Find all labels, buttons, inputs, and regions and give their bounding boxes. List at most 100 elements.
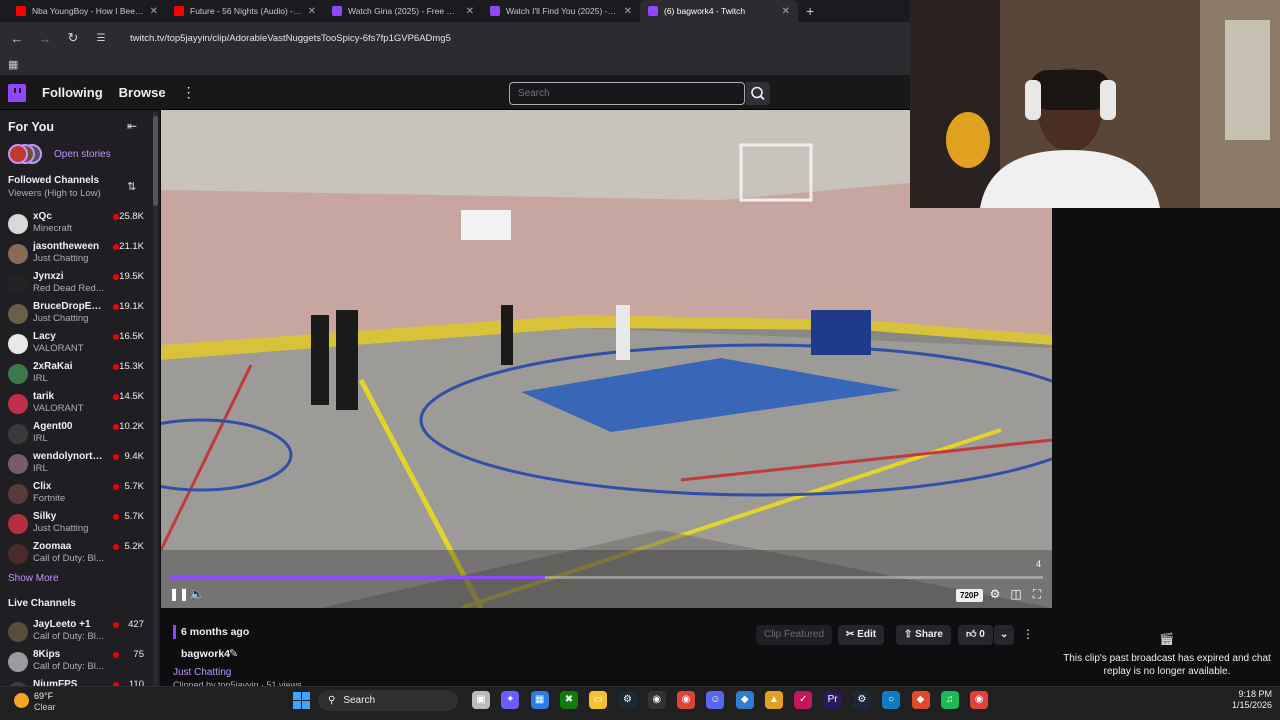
theatre-mode-icon[interactable]: ◫ (1008, 587, 1024, 601)
sidebar-channel-item[interactable]: Agent00 IRL 10.2K (8, 421, 144, 451)
back-icon[interactable]: ← (10, 31, 24, 46)
site-settings-icon[interactable]: ☰ (94, 33, 108, 44)
browser-tab[interactable]: Watch I'll Find You (2025) - Fre ✕ (482, 0, 640, 22)
sidebar-channel-item[interactable]: tarik VALORANT 14.5K (8, 391, 144, 421)
edit-title-pencil-icon[interactable]: ✎ (229, 647, 238, 660)
channel-name: JayLeeto +1 (33, 619, 91, 630)
browser-tab[interactable]: Nba YoungBoy - How I Been - Y ✕ (8, 0, 166, 22)
chrome-icon[interactable]: ◉ (677, 691, 696, 709)
live-dot-icon (113, 514, 119, 520)
channel-game: Call of Duty: Bl... (33, 631, 104, 642)
edit-button[interactable]: ✂ Edit (838, 625, 885, 645)
browser-tab[interactable]: (6) bagwork4 - Twitch ✕ (640, 0, 798, 22)
viewer-count: 5.7K (124, 481, 144, 492)
close-tab-icon[interactable]: ✕ (782, 6, 790, 17)
steam-icon[interactable]: ⚙ (852, 691, 871, 709)
edge-icon[interactable]: ○ (882, 691, 901, 709)
premiere-icon[interactable]: Pr (823, 691, 842, 709)
channel-name: Clix (33, 481, 52, 492)
forward-icon[interactable]: → (38, 31, 52, 46)
collapse-sidebar-icon[interactable]: ⇤ (127, 119, 137, 133)
sidebar-channel-item[interactable]: Silky Just Chatting 5.7K (8, 511, 144, 541)
apps-grid-icon[interactable]: ▦ (8, 58, 18, 71)
tab-title: (6) bagwork4 - Twitch (664, 6, 746, 16)
sidebar-scrollbar-thumb[interactable] (153, 116, 158, 206)
chrome-icon[interactable]: ◉ (970, 691, 989, 709)
sidebar-channel-item[interactable]: xQc Minecraft 25.8K (8, 211, 144, 241)
clip-age: 6 months ago (181, 626, 250, 638)
sidebar-channel-item[interactable]: Jynxzi Red Dead Red... 19.5K (8, 271, 144, 301)
viewer-count: 5.2K (124, 541, 144, 552)
live-dot-icon (113, 544, 119, 550)
settings-gear-icon[interactable]: ⚙ (987, 587, 1003, 601)
nav-following[interactable]: Following (42, 85, 103, 100)
store-icon[interactable]: ▦ (530, 691, 549, 709)
avatar (8, 622, 28, 642)
close-tab-icon[interactable]: ✕ (150, 6, 158, 17)
file-explorer-icon[interactable]: ▭ (589, 691, 608, 709)
volume-icon[interactable]: 🔈 (189, 587, 205, 601)
sidebar-channel-item[interactable]: JayLeeto +1 Call of Duty: Bl... 427 (8, 619, 144, 649)
close-tab-icon[interactable]: ✕ (624, 6, 632, 17)
xbox-icon[interactable]: ✖ (559, 691, 578, 709)
channel-game: IRL (33, 433, 48, 444)
sidebar-channel-item[interactable]: BruceDropEm... Just Chatting 19.1K (8, 301, 144, 331)
sidebar-channel-item[interactable]: Clix Fortnite 5.7K (8, 481, 144, 511)
spotify-icon[interactable]: ♫ (940, 691, 959, 709)
url-field[interactable]: twitch.tv/top5jayyin/clip/AdorableVastNu… (130, 33, 451, 44)
tab-favicon-icon (490, 6, 500, 16)
reload-icon[interactable]: ↻ (66, 30, 80, 46)
sidebar-channel-item[interactable]: 8Kips Call of Duty: Bl... 75 (8, 649, 144, 679)
close-tab-icon[interactable]: ✕ (466, 6, 474, 17)
channel-name: Jynxzi (33, 271, 64, 282)
channel-name: wendolynortizz (33, 451, 105, 462)
fullscreen-icon[interactable]: ⛶ (1029, 587, 1045, 602)
clip-more-options-icon[interactable]: ⋮ (1022, 627, 1034, 641)
sidebar-channel-item[interactable]: Zoomaa Call of Duty: Bl... 5.2K (8, 541, 144, 571)
sidebar-channel-item[interactable]: Lacy VALORANT 16.5K (8, 331, 144, 361)
taskview-icon[interactable]: ▣ (472, 691, 490, 709)
sidebar-channel-item[interactable]: 2xRaKai IRL 15.3K (8, 361, 144, 391)
clip-featured-button[interactable]: Clip Featured (756, 625, 833, 645)
sidebar-channel-item[interactable]: wendolynortizz IRL 9.4K (8, 451, 144, 481)
system-clock[interactable]: 9:18 PM 1/15/2026 (1220, 689, 1272, 711)
share-button[interactable]: ⇧ Share (896, 625, 951, 645)
more-options-icon[interactable]: ⋮ (182, 84, 196, 101)
taskbar-search[interactable]: ⚲ Search (318, 690, 458, 711)
browser-tab[interactable]: Future - 56 Nights (Audio) - Yo ✕ (166, 0, 324, 22)
app-icon[interactable]: ◆ (911, 691, 930, 709)
discord-icon[interactable]: ☺ (706, 691, 725, 709)
like-button[interactable]: 👍︎ 0 (958, 625, 993, 645)
browser-tab[interactable]: Watch Gina (2025) - Free Movie ✕ (324, 0, 482, 22)
channel-game: Just Chatting (33, 313, 89, 324)
channel-name[interactable]: bagwork4 (181, 648, 230, 660)
copilot-icon[interactable]: ✦ (501, 691, 520, 709)
app-icon[interactable]: ✓ (794, 691, 813, 709)
obs-icon[interactable]: ◉ (647, 691, 666, 709)
like-dropdown-button[interactable]: ⌄ (994, 625, 1015, 645)
nav-browse[interactable]: Browse (119, 85, 166, 100)
sidebar-channel-item[interactable]: jasontheween Just Chatting 21.1K (8, 241, 144, 271)
live-dot-icon (113, 652, 119, 658)
category-link[interactable]: Just Chatting (173, 667, 231, 678)
open-stories[interactable]: Open stories (8, 144, 111, 164)
app-icon[interactable]: ▲ (765, 691, 783, 709)
search-button[interactable] (746, 82, 770, 105)
app-icon[interactable]: ◆ (735, 691, 754, 709)
search-input[interactable] (509, 82, 745, 105)
pause-icon[interactable]: ❚❚ (169, 587, 189, 601)
channel-game: IRL (33, 463, 48, 474)
steam-icon[interactable]: ⚙ (618, 691, 637, 709)
show-more-link[interactable]: Show More (8, 573, 59, 584)
windows-start-icon[interactable] (293, 692, 310, 709)
viewer-count: 15.3K (119, 361, 144, 372)
avatar (8, 544, 28, 564)
close-tab-icon[interactable]: ✕ (308, 6, 316, 17)
sort-icon[interactable]: ⇅ (127, 180, 136, 193)
sidebar-heading-for-you: For You (8, 120, 55, 134)
twitch-logo-icon[interactable] (8, 83, 26, 102)
webcam-frame (910, 0, 1280, 208)
new-tab-icon[interactable]: + (798, 3, 814, 19)
video-controls: ❚❚ (161, 584, 1052, 608)
quality-badge[interactable]: 720P (956, 589, 983, 602)
